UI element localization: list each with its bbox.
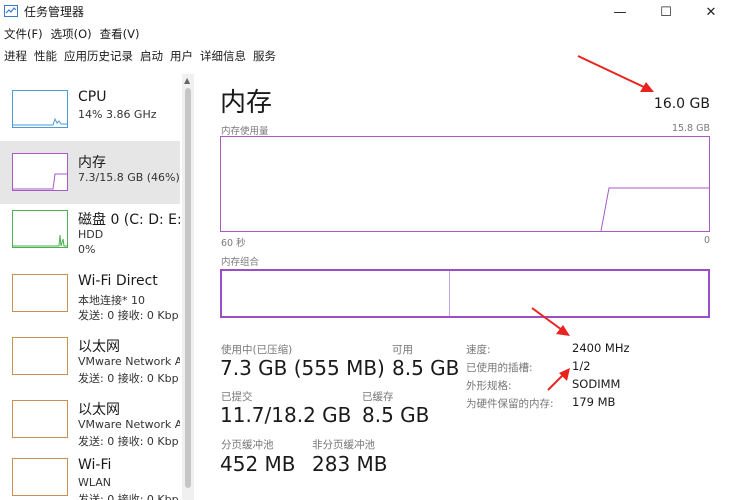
- scroll-up-icon[interactable]: ▲: [184, 76, 190, 85]
- sidebar-item-detail: 14% 3.86 GHz: [78, 108, 157, 121]
- memory-thumbnail: [12, 153, 68, 191]
- close-icon: ✕: [705, 4, 717, 20]
- sidebar-item-detail: VMware Network A: [78, 418, 180, 431]
- sidebar-item-usage: 0%: [78, 243, 96, 256]
- available-label: 可用: [392, 344, 413, 356]
- disk-sparkline: [13, 234, 67, 247]
- sidebar-item-wifi[interactable]: Wi-Fi WLAN 发送: 0 接收: 0 Kbp: [0, 446, 180, 500]
- menu-file[interactable]: 文件(F): [4, 26, 43, 44]
- in-use-label: 使用中(已压缩): [221, 344, 293, 356]
- cached-label: 已缓存: [362, 391, 394, 403]
- nonpaged-pool-value: 283 MB: [312, 452, 388, 476]
- memory-usage-graph: [220, 136, 710, 232]
- ethernet-thumbnail: [12, 337, 68, 375]
- tab-services[interactable]: 服务: [253, 48, 276, 66]
- task-manager-icon: [4, 5, 18, 17]
- hardware-reserved-label: 为硬件保留的内存:: [466, 398, 554, 410]
- tab-bar: 进程 性能 应用历史记录 启动 用户 详细信息 服务: [0, 48, 279, 66]
- total-memory: 16.0 GB: [653, 96, 710, 112]
- sidebar-item-throughput: 发送: 0 接收: 0 Kbp: [78, 493, 179, 500]
- sidebar-item-memory[interactable]: 内存 7.3/15.8 GB (46%): [0, 141, 180, 204]
- form-factor-label: 外形规格:: [466, 380, 512, 392]
- speed-label: 速度:: [466, 344, 491, 356]
- sidebar-item-name: Wi-Fi: [78, 457, 112, 473]
- tab-processes[interactable]: 进程: [4, 48, 27, 66]
- available-value: 8.5 GB: [392, 356, 460, 380]
- page-title: 内存: [220, 88, 273, 118]
- sidebar-item-ethernet-1[interactable]: 以太网 VMware Network A 发送: 0 接收: 0 Kbp: [0, 325, 180, 388]
- sidebar-item-detail: WLAN: [78, 476, 112, 489]
- maximize-button[interactable]: ☐: [643, 0, 689, 24]
- nonpaged-pool-label: 非分页缓冲池: [312, 439, 375, 451]
- speed-value: 2400 MHz: [572, 341, 630, 355]
- tab-details[interactable]: 详细信息: [200, 48, 246, 66]
- usage-graph-label: 内存使用量: [221, 126, 269, 137]
- tab-app-history[interactable]: 应用历史记录: [64, 48, 133, 66]
- wifi-direct-thumbnail: [12, 274, 68, 312]
- title-bar: 任务管理器 — ☐ ✕: [0, 0, 730, 24]
- memory-usage-line: [600, 187, 709, 232]
- tab-users[interactable]: 用户: [170, 48, 193, 66]
- resource-sidebar: CPU 14% 3.86 GHz 内存 7.3/15.8 GB (46%) 磁盘…: [0, 74, 194, 500]
- slots-value: 1/2: [572, 359, 591, 373]
- tab-startup[interactable]: 启动: [140, 48, 163, 66]
- sidebar-item-disk[interactable]: 磁盘 0 (C: D: E: HDD 0%: [0, 198, 180, 261]
- arrow-total-memory: [577, 55, 654, 92]
- window-title: 任务管理器: [24, 5, 85, 19]
- sidebar-item-wifi-direct[interactable]: Wi-Fi Direct 本地连接* 10 发送: 0 接收: 0 Kbp: [0, 262, 180, 325]
- memory-sparkline: [13, 173, 67, 190]
- sidebar-item-detail: 7.3/15.8 GB (46%): [78, 171, 180, 184]
- paged-pool-value: 452 MB: [220, 452, 296, 476]
- ethernet-thumbnail: [12, 400, 68, 438]
- cpu-thumbnail: [12, 90, 68, 128]
- sidebar-item-cpu[interactable]: CPU 14% 3.86 GHz: [0, 78, 180, 141]
- cpu-sparkline: [13, 117, 67, 126]
- committed-value: 11.7/18.2 GB: [220, 403, 352, 427]
- sidebar-item-name: 以太网: [78, 339, 120, 355]
- cached-value: 8.5 GB: [362, 403, 430, 427]
- disk-thumbnail: [12, 210, 68, 248]
- sidebar-item-name: 磁盘 0 (C: D: E:: [78, 212, 180, 228]
- sidebar-item-detail: HDD: [78, 228, 104, 241]
- composition-label: 内存组合: [221, 257, 260, 268]
- slots-label: 已使用的插槽:: [466, 362, 533, 374]
- memory-composition-bar: [220, 269, 710, 318]
- sidebar-item-detail: VMware Network A: [78, 355, 180, 368]
- usage-graph-max: 15.8 GB: [671, 123, 710, 134]
- menu-options[interactable]: 选项(O): [51, 26, 92, 44]
- hardware-reserved-value: 179 MB: [572, 395, 616, 409]
- committed-label: 已提交: [221, 391, 253, 403]
- menu-view[interactable]: 查看(V): [100, 26, 140, 44]
- graph-time-right: 0: [703, 235, 710, 246]
- sidebar-item-detail: 本地连接* 10: [78, 294, 145, 307]
- sidebar-item-name: Wi-Fi Direct: [78, 273, 158, 289]
- wifi-thumbnail: [12, 458, 68, 496]
- tab-performance[interactable]: 性能: [34, 48, 57, 66]
- sidebar-item-throughput: 发送: 0 接收: 0 Kbp: [78, 372, 179, 385]
- paged-pool-label: 分页缓冲池: [221, 439, 274, 451]
- sidebar-item-name: CPU: [78, 89, 107, 105]
- maximize-icon: ☐: [660, 4, 672, 20]
- scrollbar-thumb[interactable]: [185, 88, 191, 488]
- sidebar-item-name: 内存: [78, 155, 106, 171]
- sidebar-item-throughput: 发送: 0 接收: 0 Kbp: [78, 309, 179, 322]
- sidebar-item-ethernet-2[interactable]: 以太网 VMware Network A 发送: 0 接收: 0 Kbp: [0, 388, 180, 451]
- minimize-button[interactable]: —: [597, 0, 643, 24]
- in-use-value: 7.3 GB (555 MB): [220, 356, 385, 380]
- sidebar-scrollbar[interactable]: ▲: [182, 74, 194, 500]
- graph-time-left: 60 秒: [221, 238, 246, 249]
- minimize-icon: —: [613, 4, 627, 20]
- composition-divider: [449, 271, 450, 316]
- form-factor-value: SODIMM: [572, 377, 621, 391]
- arrow-slots: [547, 368, 570, 391]
- menu-bar: 文件(F) 选项(O) 查看(V): [0, 26, 143, 44]
- sidebar-item-name: 以太网: [78, 402, 120, 418]
- close-button[interactable]: ✕: [688, 0, 730, 24]
